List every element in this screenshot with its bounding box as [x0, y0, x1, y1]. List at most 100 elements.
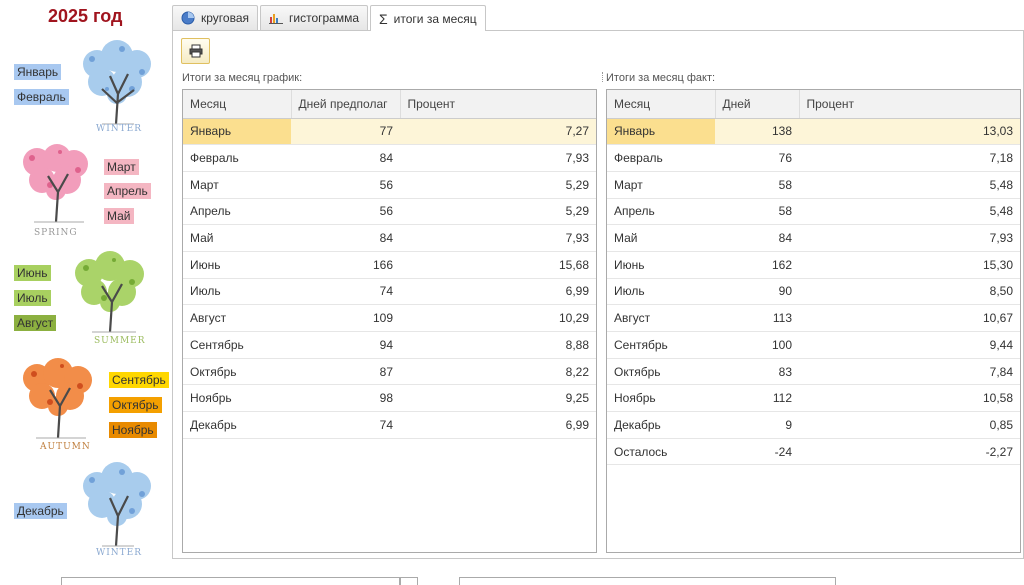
- cell-percent[interactable]: 7,27: [400, 118, 596, 146]
- column-header-days[interactable]: Дней: [715, 90, 800, 119]
- table-row[interactable]: Январь 77 7,27: [183, 118, 596, 146]
- cell-days[interactable]: 94: [291, 331, 400, 359]
- table-row[interactable]: Апрель 56 5,29: [183, 198, 596, 226]
- table-row[interactable]: Август 109 10,29: [183, 304, 596, 332]
- cell-days[interactable]: 113: [715, 304, 799, 332]
- cell-percent[interactable]: 7,84: [799, 358, 1020, 386]
- table-row[interactable]: Июнь 166 15,68: [183, 251, 596, 279]
- cell-month[interactable]: Ноябрь: [607, 384, 715, 413]
- table-row[interactable]: Октябрь 83 7,84: [607, 358, 1020, 386]
- cell-percent[interactable]: 6,99: [400, 411, 596, 439]
- cell-days[interactable]: 58: [715, 171, 799, 199]
- print-button[interactable]: [181, 38, 210, 64]
- table-row[interactable]: Март 58 5,48: [607, 171, 1020, 199]
- cell-month[interactable]: Июнь: [183, 251, 291, 279]
- cell-month[interactable]: Сентябрь: [183, 331, 291, 359]
- cell-month[interactable]: Октябрь: [183, 358, 291, 386]
- cell-percent[interactable]: 8,22: [400, 358, 596, 386]
- table-row[interactable]: Май 84 7,93: [607, 224, 1020, 252]
- cell-percent[interactable]: 9,25: [400, 384, 596, 413]
- cell-month[interactable]: Июль: [607, 278, 715, 306]
- bottom-input-2[interactable]: [459, 577, 836, 585]
- table-row[interactable]: Январь 138 13,03: [607, 118, 1020, 146]
- cell-month[interactable]: Июнь: [607, 251, 715, 279]
- cell-percent[interactable]: 5,29: [400, 171, 596, 199]
- cell-month[interactable]: Май: [607, 224, 715, 252]
- column-header-percent[interactable]: Процент: [400, 90, 596, 119]
- cell-percent[interactable]: -2,27: [799, 438, 1020, 466]
- table-row[interactable]: Май 84 7,93: [183, 224, 596, 252]
- cell-percent[interactable]: 6,99: [400, 278, 596, 306]
- cell-percent[interactable]: 0,85: [799, 411, 1020, 439]
- cell-month[interactable]: Август: [183, 304, 291, 332]
- cell-percent[interactable]: 9,44: [799, 331, 1020, 359]
- column-header-month[interactable]: Месяц: [183, 90, 292, 119]
- bottom-dropdown-button[interactable]: [400, 577, 418, 585]
- cell-percent[interactable]: 8,50: [799, 278, 1020, 306]
- cell-days[interactable]: 76: [715, 144, 799, 172]
- table-row[interactable]: Апрель 58 5,48: [607, 198, 1020, 226]
- cell-month[interactable]: Ноябрь: [183, 384, 291, 413]
- table-row[interactable]: Декабрь 9 0,85: [607, 411, 1020, 439]
- table-row[interactable]: Ноябрь 98 9,25: [183, 384, 596, 413]
- cell-days[interactable]: 84: [291, 144, 400, 172]
- cell-month[interactable]: Январь: [607, 118, 715, 146]
- cell-days[interactable]: 56: [291, 198, 400, 226]
- cell-month[interactable]: Февраль: [607, 144, 715, 172]
- cell-days[interactable]: 166: [291, 251, 400, 279]
- cell-days[interactable]: 112: [715, 384, 799, 413]
- column-header-month[interactable]: Месяц: [607, 90, 716, 119]
- cell-days[interactable]: 74: [291, 411, 400, 439]
- cell-month[interactable]: Август: [607, 304, 715, 332]
- table-row[interactable]: Июль 74 6,99: [183, 278, 596, 306]
- cell-month[interactable]: Апрель: [607, 198, 715, 226]
- table-row[interactable]: Июнь 162 15,30: [607, 251, 1020, 279]
- table-row[interactable]: Март 56 5,29: [183, 171, 596, 199]
- cell-days[interactable]: 90: [715, 278, 799, 306]
- cell-days[interactable]: 162: [715, 251, 799, 279]
- cell-percent[interactable]: 8,88: [400, 331, 596, 359]
- cell-month[interactable]: Июль: [183, 278, 291, 306]
- cell-percent[interactable]: 5,48: [799, 171, 1020, 199]
- cell-month[interactable]: Март: [183, 171, 291, 199]
- tab-pie[interactable]: круговая: [172, 5, 258, 30]
- cell-month[interactable]: Январь: [183, 118, 291, 146]
- cell-month[interactable]: Декабрь: [183, 411, 291, 439]
- cell-percent[interactable]: 10,58: [799, 384, 1020, 413]
- cell-percent[interactable]: 15,68: [400, 251, 596, 279]
- cell-days[interactable]: 87: [291, 358, 400, 386]
- cell-days[interactable]: 77: [291, 118, 400, 146]
- cell-month[interactable]: Осталось: [607, 438, 715, 466]
- tab-monthly-totals[interactable]: Σ итоги за месяц: [370, 5, 486, 31]
- tab-histogram[interactable]: гистограмма: [260, 5, 369, 30]
- cell-days[interactable]: 84: [715, 224, 799, 252]
- cell-days[interactable]: 74: [291, 278, 400, 306]
- table-row[interactable]: Февраль 84 7,93: [183, 144, 596, 172]
- cell-days[interactable]: 83: [715, 358, 799, 386]
- cell-percent[interactable]: 7,93: [400, 224, 596, 252]
- cell-days[interactable]: 56: [291, 171, 400, 199]
- bottom-input-1[interactable]: [61, 577, 400, 585]
- cell-percent[interactable]: 7,93: [400, 144, 596, 172]
- cell-percent[interactable]: 7,18: [799, 144, 1020, 172]
- cell-percent[interactable]: 15,30: [799, 251, 1020, 279]
- cell-month[interactable]: Октябрь: [607, 358, 715, 386]
- plan-table[interactable]: Месяц Дней предполаг Процент Январь 77 7,2…: [182, 89, 597, 553]
- cell-month[interactable]: Сентябрь: [607, 331, 715, 359]
- cell-days[interactable]: 84: [291, 224, 400, 252]
- cell-percent[interactable]: 5,48: [799, 198, 1020, 226]
- table-row[interactable]: Февраль 76 7,18: [607, 144, 1020, 172]
- table-row[interactable]: Июль 90 8,50: [607, 278, 1020, 306]
- cell-days[interactable]: 98: [291, 384, 400, 413]
- cell-month[interactable]: Апрель: [183, 198, 291, 226]
- cell-month[interactable]: Декабрь: [607, 411, 715, 439]
- cell-days[interactable]: 9: [715, 411, 799, 439]
- cell-month[interactable]: Февраль: [183, 144, 291, 172]
- table-row[interactable]: Сентябрь 94 8,88: [183, 331, 596, 359]
- column-header-days-planned[interactable]: Дней предполаг: [291, 90, 401, 119]
- table-row[interactable]: Октябрь 87 8,22: [183, 358, 596, 386]
- cell-percent[interactable]: 5,29: [400, 198, 596, 226]
- table-row[interactable]: Ноябрь 112 10,58: [607, 384, 1020, 413]
- cell-percent[interactable]: 13,03: [799, 118, 1020, 146]
- cell-percent[interactable]: 7,93: [799, 224, 1020, 252]
